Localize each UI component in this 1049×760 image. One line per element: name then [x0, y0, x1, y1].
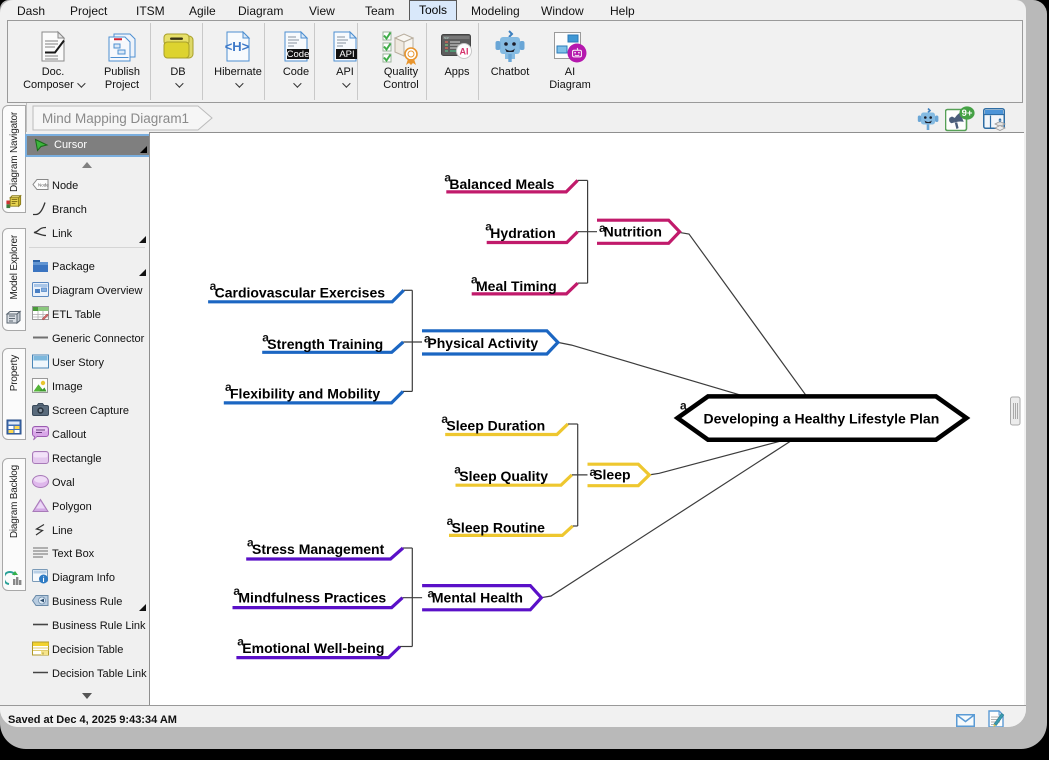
svg-text:Meal Timing: Meal Timing [476, 278, 557, 294]
svg-text:Balanced Meals: Balanced Meals [449, 176, 554, 192]
svg-text:Nutrition: Nutrition [604, 224, 662, 240]
svg-text:a: a [428, 586, 435, 600]
svg-text:i: i [42, 575, 44, 584]
svg-text:Physical Activity: Physical Activity [427, 335, 538, 351]
svg-text:Developing a Healthy Lifestyle: Developing a Healthy Lifestyle Plan [704, 411, 940, 427]
svg-text:a: a [441, 412, 448, 426]
svg-text:a: a [237, 635, 244, 649]
svg-text:Sleep Quality: Sleep Quality [459, 468, 548, 484]
svg-text:a: a [485, 220, 492, 234]
svg-text:Sleep Duration: Sleep Duration [446, 418, 545, 434]
svg-text:a: a [233, 584, 240, 598]
svg-text:Code: Code [287, 49, 310, 60]
svg-text:Hydration: Hydration [490, 225, 555, 241]
svg-text:API: API [339, 49, 354, 60]
svg-text:a: a [454, 462, 461, 476]
svg-text:a: a [210, 279, 217, 293]
svg-text:a: a [447, 514, 454, 528]
svg-text:Stress Management: Stress Management [252, 541, 385, 557]
svg-text:<>: <> [444, 36, 449, 41]
svg-text:a: a [471, 273, 478, 287]
svg-text:a: a [599, 221, 606, 235]
svg-text:a: a [680, 399, 687, 413]
svg-text:a: a [424, 332, 431, 346]
svg-text:9+: 9+ [962, 108, 973, 119]
svg-text:a: a [225, 380, 232, 394]
svg-text:Mind Mapping Diagram1: Mind Mapping Diagram1 [42, 111, 189, 126]
svg-text:Sleep Routine: Sleep Routine [452, 519, 546, 535]
svg-text:x: x [42, 651, 44, 656]
svg-text:a: a [444, 170, 451, 184]
svg-text:Emotional Well-being: Emotional Well-being [242, 640, 384, 656]
svg-text:Cardiovascular Exercises: Cardiovascular Exercises [215, 284, 386, 300]
svg-text:AI: AI [460, 47, 469, 57]
svg-text:a: a [590, 465, 597, 479]
svg-text:a: a [247, 536, 254, 550]
svg-text:Sleep: Sleep [593, 467, 630, 483]
svg-text:Node: Node [38, 183, 49, 188]
svg-text:Strength Training: Strength Training [267, 336, 383, 352]
svg-text:Flexibility and Mobility: Flexibility and Mobility [230, 386, 380, 402]
svg-text:<H>: <H> [225, 39, 250, 54]
svg-text:Mental Health: Mental Health [432, 590, 523, 606]
svg-text:a: a [262, 331, 269, 345]
svg-text:Mindfulness Practices: Mindfulness Practices [238, 590, 386, 606]
